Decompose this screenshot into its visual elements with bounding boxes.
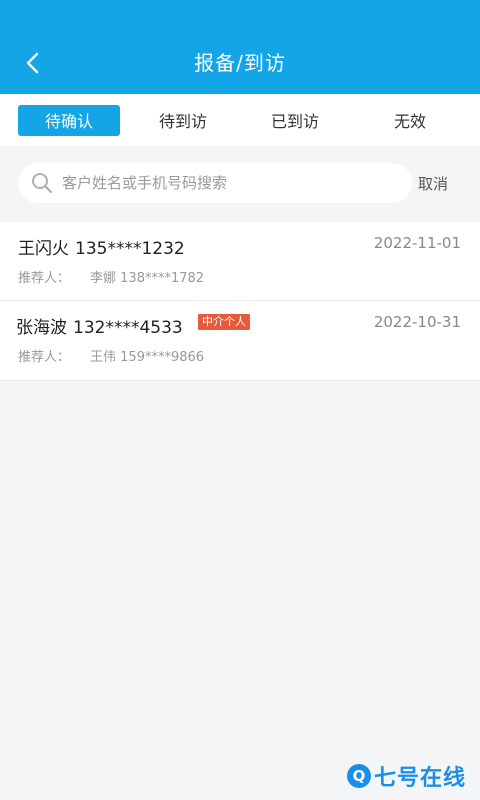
agent-tag-badge: 中介个人	[198, 314, 250, 330]
search-icon	[32, 173, 53, 194]
record-date: 2022-10-31	[373, 313, 461, 331]
customer-phone: 135****1232	[75, 239, 185, 259]
watermark-logo: Q 七号在线	[346, 760, 466, 792]
referrer-info: 推荐人： 王伟 159****9866	[18, 346, 204, 365]
list-item[interactable]: 王闪火 135****1232 2022-11-01 推荐人： 李娜 138****…	[0, 222, 480, 301]
customer-name: 张海波	[16, 318, 67, 338]
customer-info: 王闪火 135****1232	[18, 234, 185, 259]
referrer-value: 王伟 159****9866	[90, 350, 205, 365]
search-input[interactable]	[62, 174, 382, 192]
referrer-info: 推荐人： 李娜 138****1782	[18, 267, 204, 286]
customer-name: 王闪火	[18, 239, 69, 259]
record-date: 2022-11-01	[373, 234, 461, 252]
app-header: 报备/到访	[0, 0, 480, 94]
search-bar: 取消	[0, 146, 480, 222]
list-item[interactable]: 张海波 132****4533 中介个人 2022-10-31 推荐人： 王伟 15…	[0, 301, 480, 381]
customer-info: 张海波 132****4533	[16, 313, 183, 338]
cancel-button[interactable]: 取消	[418, 173, 448, 194]
referrer-label: 推荐人：	[18, 271, 71, 286]
referrer-value: 李娜 138****1782	[90, 271, 205, 286]
search-box[interactable]	[18, 163, 412, 203]
tab-pending-confirm[interactable]: 待确认	[18, 104, 120, 136]
tab-pending-visit[interactable]: 待到访	[133, 105, 233, 136]
referrer-label: 推荐人：	[18, 350, 71, 365]
tab-visited[interactable]: 已到访	[245, 105, 345, 136]
page-title: 报备/到访	[194, 51, 286, 75]
tab-invalid[interactable]: 无效	[360, 105, 460, 136]
status-tabs: 待确认 待到访 已到访 无效	[0, 94, 480, 146]
record-list: 王闪火 135****1232 2022-11-01 推荐人： 李娜 138****…	[0, 222, 480, 381]
q-logo-icon: Q	[346, 764, 371, 788]
watermark-text: 七号在线	[373, 766, 466, 791]
customer-phone: 132****4533	[73, 318, 183, 338]
